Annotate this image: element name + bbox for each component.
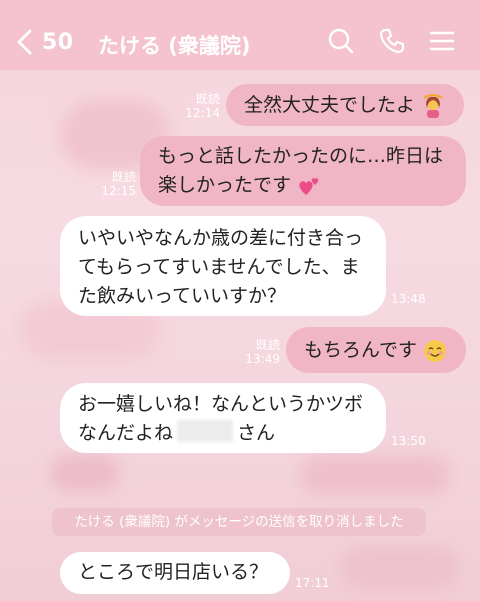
message-bubble-outgoing[interactable]: 全然大丈夫でしたよ (226, 84, 464, 126)
message-bubble-outgoing[interactable]: もちろんです (286, 327, 466, 373)
message-line: た飲みいっていいすか？ (78, 285, 287, 307)
message-line: もっと話したかったのに…昨日は (158, 145, 444, 167)
message-line: てもらってすいませんでした、ま (78, 256, 360, 278)
message-line: お一嬉しいね！なんというかツボ (78, 393, 364, 415)
message-time: 13:48 (391, 292, 426, 306)
message-time: 17:11 (295, 576, 330, 590)
two-hearts-icon (299, 177, 319, 195)
search-icon[interactable] (326, 26, 356, 56)
message-bubble-outgoing[interactable]: もっと話したかったのに…昨日は 楽しかったです (140, 136, 466, 206)
message-line: 楽しかったです (158, 174, 292, 196)
message-meta: 既読 13:49 (240, 338, 280, 366)
message-text: 全然大丈夫でしたよ (244, 94, 416, 116)
redacted-name (177, 420, 234, 442)
chevron-left-icon[interactable] (14, 28, 36, 56)
message-text: ところで明日店いる？ (78, 561, 269, 583)
message-line: いやいやなんか歳の差に付き合っ (78, 227, 364, 249)
message-bubble-incoming[interactable]: いやいやなんか歳の差に付き合っ てもらってすいませんでした、ま た飲みいっていい… (60, 216, 386, 316)
unread-count[interactable]: 50 (42, 30, 74, 55)
read-receipt: 既読 (195, 92, 220, 106)
read-receipt: 既読 (111, 170, 136, 184)
chat-title: たける (衆議院) (98, 34, 251, 58)
menu-icon[interactable] (427, 26, 457, 56)
read-receipt: 既読 (255, 338, 280, 352)
message-bubble-incoming[interactable]: ところで明日店いる？ (60, 552, 290, 594)
message-time: 13:49 (245, 352, 280, 366)
message-meta: 既読 12:15 (100, 170, 136, 198)
smiling-face-icon (424, 339, 447, 362)
woman-gesturing-ok-icon (423, 93, 443, 118)
message-bubble-incoming[interactable]: お一嬉しいね！なんというかツボ なんだよね さん (60, 383, 386, 453)
phone-icon[interactable] (377, 26, 407, 56)
message-line-suffix: さん (237, 422, 276, 444)
message-line: なんだよね (78, 422, 174, 444)
message-text: もちろんです (304, 339, 418, 361)
message-meta: 既読 12:14 (180, 92, 220, 120)
chat-header: 50 たける (衆議院) (0, 0, 480, 70)
message-time: 13:50 (391, 434, 426, 448)
message-time: 12:15 (101, 184, 136, 198)
message-time: 12:14 (185, 106, 220, 120)
unsent-notice: たける (衆議院) がメッセージの送信を取り消しました (52, 508, 426, 536)
